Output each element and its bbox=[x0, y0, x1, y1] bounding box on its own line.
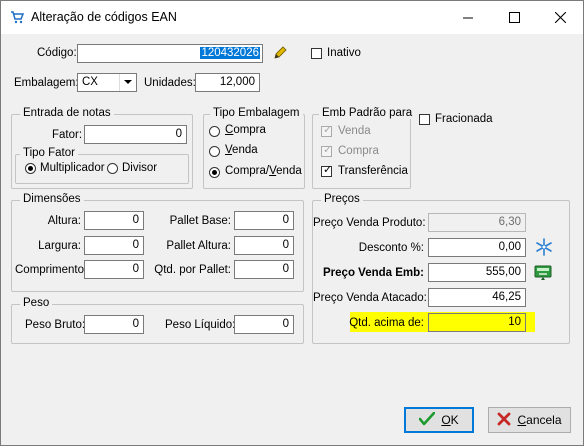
pallet-base-input[interactable]: 0 bbox=[234, 211, 294, 230]
altura-label: Altura: bbox=[47, 215, 81, 227]
fracionada-label: Fracionada bbox=[435, 113, 493, 125]
precos-title: Preços bbox=[321, 193, 363, 205]
cancel-button[interactable]: Cancela bbox=[488, 407, 571, 433]
tipo-embalagem-title: Tipo Embalagem bbox=[210, 107, 303, 119]
preco-venda-atacado-label: Preço Venda Atacado: bbox=[313, 292, 427, 304]
inativo-checkbox[interactable] bbox=[311, 48, 322, 59]
emb-transferencia-label: Transferência bbox=[338, 165, 408, 177]
multiplicador-radio[interactable] bbox=[25, 163, 36, 174]
peso-title: Peso bbox=[20, 297, 53, 309]
maximize-button[interactable] bbox=[491, 1, 537, 34]
desconto-input[interactable]: 0,00 bbox=[428, 238, 526, 257]
fracionada-checkbox[interactable] bbox=[419, 114, 430, 125]
largura-label: Largura: bbox=[38, 240, 81, 252]
peso-bruto-label: Peso Bruto: bbox=[25, 319, 86, 331]
pallet-base-label: Pallet Base: bbox=[169, 215, 231, 227]
largura-input[interactable]: 0 bbox=[84, 236, 144, 255]
close-icon bbox=[554, 12, 566, 23]
codigo-input[interactable]: 120432026 bbox=[77, 44, 263, 63]
ok-button[interactable]: OK bbox=[404, 407, 474, 433]
minimize-icon bbox=[462, 17, 473, 19]
window-title: Alteração de códigos EAN bbox=[31, 10, 177, 24]
compra-radio[interactable] bbox=[209, 126, 220, 137]
emb-venda-label: Venda bbox=[338, 125, 371, 137]
fator-input[interactable]: 0 bbox=[84, 125, 187, 144]
preco-venda-atacado-input[interactable]: 46,25 bbox=[428, 288, 526, 307]
venda-label: Venda bbox=[225, 144, 258, 156]
compra-venda-radio[interactable] bbox=[209, 167, 220, 178]
qtd-pallet-input[interactable]: 0 bbox=[234, 260, 294, 279]
pallet-altura-input[interactable]: 0 bbox=[234, 236, 294, 255]
fator-label: Fator: bbox=[52, 129, 83, 141]
peso-liquido-input[interactable]: 0 bbox=[234, 315, 294, 334]
peso-bruto-input[interactable]: 0 bbox=[84, 315, 144, 334]
venda-radio[interactable] bbox=[209, 146, 220, 157]
unidades-label: Unidades: bbox=[144, 77, 196, 89]
qtd-acima-input[interactable]: 10 bbox=[428, 313, 526, 332]
entrada-notas-title: Entrada de notas bbox=[20, 107, 114, 119]
compra-label-rest: ompra bbox=[233, 124, 266, 136]
multiplicador-label: Multiplicador bbox=[40, 162, 105, 174]
emb-padrao-title: Emb Padrão para bbox=[319, 107, 416, 119]
preco-venda-produto-input[interactable]: 6,30 bbox=[428, 213, 526, 232]
calculator-icon[interactable] bbox=[534, 263, 552, 284]
altura-input[interactable]: 0 bbox=[84, 211, 144, 230]
ok-label: OK bbox=[441, 413, 459, 427]
peso-liquido-label: Peso Líquido: bbox=[165, 319, 236, 331]
compra-venda-label: Compra/Venda bbox=[225, 165, 302, 177]
cancel-label: Cancela bbox=[517, 413, 562, 427]
dialog-window: Alteração de códigos EAN Código: 1204320… bbox=[0, 0, 584, 446]
close-button[interactable] bbox=[537, 1, 583, 34]
pallet-altura-label: Pallet Altura: bbox=[166, 240, 231, 252]
unidades-input[interactable]: 12,000 bbox=[195, 73, 260, 92]
snowflake-icon[interactable] bbox=[535, 238, 553, 259]
preco-venda-emb-label: Preço Venda Emb: bbox=[323, 267, 424, 279]
cart-icon bbox=[10, 10, 25, 27]
qtd-acima-label: Qtd. acima de: bbox=[349, 317, 424, 329]
divisor-label: Divisor bbox=[122, 162, 158, 174]
emb-compra-checkbox[interactable]: ✓ bbox=[321, 144, 332, 157]
comprimento-label: Comprimento: bbox=[15, 264, 88, 276]
embalagem-label: Embalagem: bbox=[14, 77, 79, 89]
title-bar: Alteração de códigos EAN bbox=[1, 1, 583, 34]
embalagem-select[interactable]: CX bbox=[77, 73, 137, 92]
x-icon bbox=[497, 412, 511, 429]
tipo-fator-title: Tipo Fator bbox=[20, 147, 78, 159]
checkmark-icon bbox=[419, 411, 436, 429]
dimensoes-title: Dimensões bbox=[20, 193, 84, 205]
emb-compra-label: Compra bbox=[338, 145, 379, 157]
preco-venda-produto-label: Preço Venda Produto: bbox=[313, 217, 426, 229]
maximize-icon bbox=[508, 12, 520, 23]
chevron-down-icon[interactable] bbox=[119, 74, 136, 91]
minimize-button[interactable] bbox=[445, 1, 491, 34]
qtd-pallet-label: Qtd. por Pallet: bbox=[154, 264, 231, 276]
emb-transferencia-checkbox[interactable]: ✓ bbox=[321, 164, 332, 177]
desconto-label: Desconto %: bbox=[358, 242, 424, 254]
codigo-label: Código: bbox=[37, 47, 77, 59]
comprimento-input[interactable]: 0 bbox=[84, 260, 144, 279]
compra-label: Compra bbox=[225, 124, 266, 136]
emb-venda-checkbox[interactable]: ✓ bbox=[321, 124, 332, 137]
divisor-radio[interactable] bbox=[107, 163, 118, 174]
inativo-label: Inativo bbox=[327, 47, 361, 59]
pencil-icon[interactable] bbox=[272, 45, 288, 64]
preco-venda-emb-input[interactable]: 555,00 bbox=[428, 263, 526, 282]
